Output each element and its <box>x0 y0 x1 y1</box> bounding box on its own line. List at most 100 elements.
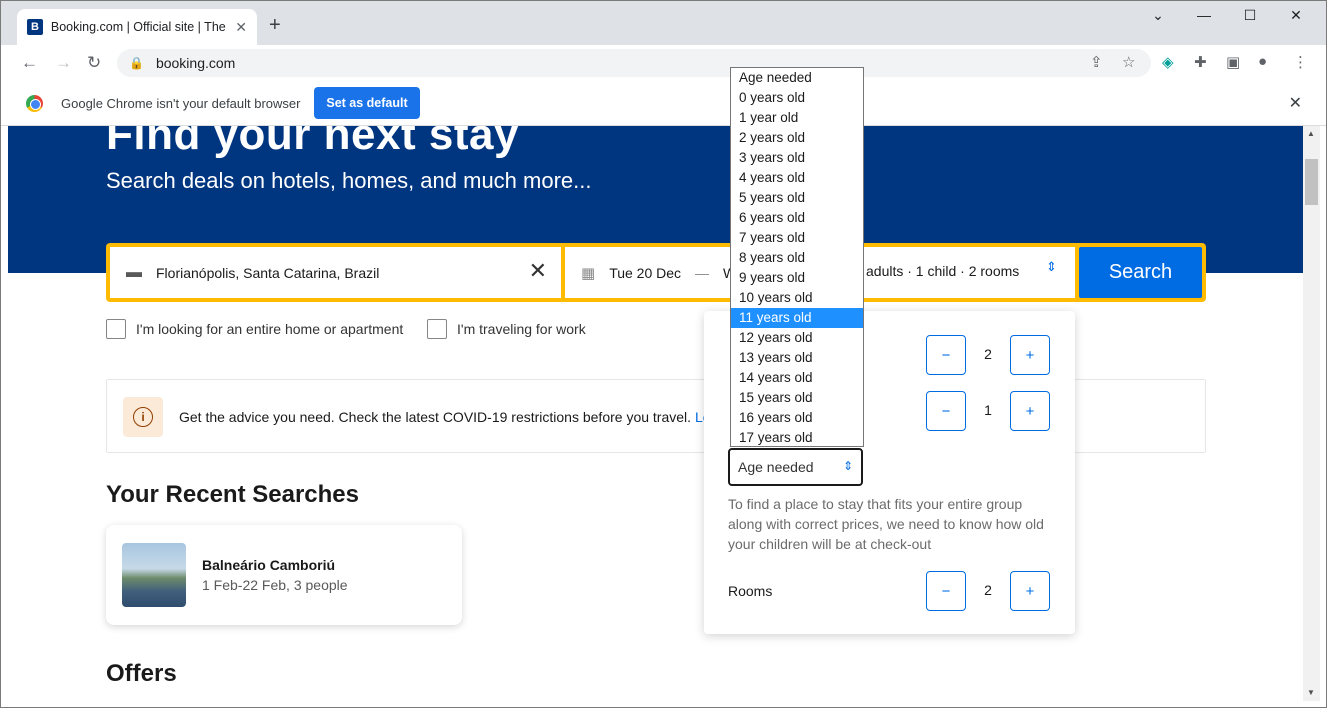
recent-search-name: Balneário Camboriú <box>202 557 336 573</box>
child-age-dropdown-list[interactable]: Age needed 0 years old 1 year old 2 years o… <box>730 67 864 447</box>
age-option[interactable]: 17 years old <box>731 428 863 448</box>
recent-search-detail: 1 Feb-22 Feb, 3 people <box>202 577 348 593</box>
children-decrease-button[interactable]: − <box>926 391 966 431</box>
select-chevron-icon: ⇕ <box>842 459 853 473</box>
age-option[interactable]: 5 years old <box>731 188 863 208</box>
work-travel-checkbox-row[interactable]: I'm traveling for work <box>427 319 586 339</box>
children-count: 1 <box>984 402 992 418</box>
age-option[interactable]: 11 years old <box>731 308 863 328</box>
age-option[interactable]: 8 years old <box>731 248 863 268</box>
age-option[interactable]: 4 years old <box>731 168 863 188</box>
new-tab-icon[interactable]: + <box>269 15 281 35</box>
side-panel-icon[interactable]: ▣ <box>1226 53 1240 71</box>
infobar-message: Google Chrome isn't your default browser <box>61 96 301 111</box>
age-option[interactable]: 7 years old <box>731 228 863 248</box>
browser-tab[interactable]: B Booking.com | Official site | The b ✕ <box>17 9 257 45</box>
forward-arrow-icon[interactable]: → <box>55 53 72 73</box>
page-viewport: Find your next stay Search deals on hote… <box>8 126 1303 701</box>
covid-text: Get the advice you need. Check the lates… <box>179 409 692 425</box>
children-stepper: − 1 + <box>926 391 1050 431</box>
lock-icon: 🔒 <box>129 56 144 70</box>
age-option[interactable]: 13 years old <box>731 348 863 368</box>
adults-count: 2 <box>984 346 992 362</box>
work-travel-label: I'm traveling for work <box>457 321 586 337</box>
occupancy-chevron-icon[interactable]: ⇕ <box>1046 259 1057 275</box>
clear-destination-icon[interactable]: ✕ <box>529 260 547 282</box>
reload-icon[interactable]: ↻ <box>87 53 101 73</box>
age-option[interactable]: 6 years old <box>731 208 863 228</box>
rooms-stepper: − 2 + <box>926 571 1050 611</box>
entire-home-label: I'm looking for an entire home or apartm… <box>136 321 404 337</box>
age-option[interactable]: 3 years old <box>731 148 863 168</box>
age-option[interactable]: 2 years old <box>731 128 863 148</box>
destination-thumbnail <box>122 543 186 607</box>
destination-value: Florianópolis, Santa Catarina, Brazil <box>156 264 380 281</box>
entire-home-checkbox[interactable] <box>106 319 126 339</box>
extensions-puzzle-icon[interactable]: ✚ <box>1194 53 1207 71</box>
entire-home-checkbox-row[interactable]: I'm looking for an entire home or apartm… <box>106 319 403 339</box>
browser-toolbar: ← → ↻ 🔒 booking.com ⇪ ☆ ◈ ✚ ▣ ● ⋮ <box>1 45 1326 81</box>
recent-search-card[interactable]: Balneário Camboriú 1 Feb-22 Feb, 3 peopl… <box>106 525 462 625</box>
age-option[interactable]: Age needed <box>731 68 863 88</box>
infobar-close-icon[interactable]: ✕ <box>1289 93 1302 113</box>
calendar-icon: ▦ <box>581 264 596 282</box>
tab-close-icon[interactable]: ✕ <box>235 19 247 36</box>
bed-icon: ▬ <box>126 263 142 281</box>
age-option[interactable]: 16 years old <box>731 408 863 428</box>
hero-title: Find your next stay <box>106 126 519 159</box>
search-button[interactable]: Search <box>1079 247 1202 298</box>
scroll-up-icon[interactable]: ▲ <box>1307 129 1315 138</box>
age-option[interactable]: 0 years old <box>731 88 863 108</box>
adults-decrease-button[interactable]: − <box>926 335 966 375</box>
rooms-count: 2 <box>984 582 992 598</box>
minimize-icon[interactable]: — <box>1181 7 1227 23</box>
browser-window: B Booking.com | Official site | The b ✕ … <box>0 0 1327 708</box>
age-option[interactable]: 10 years old <box>731 288 863 308</box>
extension-icon[interactable]: ◈ <box>1162 53 1174 71</box>
address-bar[interactable]: 🔒 booking.com <box>117 49 1151 77</box>
scroll-down-icon[interactable]: ▼ <box>1307 688 1315 697</box>
close-window-icon[interactable]: ✕ <box>1273 7 1319 24</box>
age-option[interactable]: 12 years old <box>731 328 863 348</box>
checkin-date: Tue 20 Dec <box>609 264 682 281</box>
covid-message: Get the advice you need. Check the lates… <box>179 409 718 425</box>
profile-avatar-icon[interactable]: ● <box>1258 53 1267 70</box>
destination-field[interactable]: ▬ Florianópolis, Santa Catarina, Brazil … <box>110 247 561 298</box>
adults-increase-button[interactable]: + <box>1010 335 1050 375</box>
rooms-decrease-button[interactable]: − <box>926 571 966 611</box>
default-browser-infobar: Google Chrome isn't your default browser… <box>1 81 1326 126</box>
age-option[interactable]: 15 years old <box>731 388 863 408</box>
age-option[interactable]: 1 year old <box>731 108 863 128</box>
rooms-increase-button[interactable]: + <box>1010 571 1050 611</box>
info-icon-box: i <box>123 397 163 437</box>
share-icon[interactable]: ⇪ <box>1090 53 1103 71</box>
back-arrow-icon[interactable]: ← <box>21 53 38 73</box>
tab-title: Booking.com | Official site | The b <box>50 20 228 34</box>
work-travel-checkbox[interactable] <box>427 319 447 339</box>
info-icon: i <box>133 407 153 427</box>
recent-searches-title: Your Recent Searches <box>106 481 359 508</box>
age-option[interactable]: 9 years old <box>731 268 863 288</box>
child-age-help-text: To find a place to stay that fits your e… <box>728 496 1044 552</box>
age-option[interactable]: 14 years old <box>731 368 863 388</box>
date-separator: — <box>695 264 710 281</box>
hero-subtitle: Search deals on hotels, homes, and much … <box>106 168 592 193</box>
rooms-label: Rooms <box>728 583 773 599</box>
adults-stepper: − 2 + <box>926 335 1050 375</box>
chevron-down-icon[interactable]: ⌄ <box>1135 7 1181 24</box>
children-increase-button[interactable]: + <box>1010 391 1050 431</box>
child-age-value: Age needed <box>738 459 814 475</box>
scrollbar-thumb[interactable] <box>1305 159 1318 205</box>
child-age-select[interactable]: Age needed ⇕ <box>728 448 863 486</box>
menu-dots-icon[interactable]: ⋮ <box>1293 53 1308 71</box>
bookmark-star-icon[interactable]: ☆ <box>1122 53 1135 71</box>
maximize-icon[interactable]: ☐ <box>1227 7 1273 24</box>
chrome-logo-icon <box>26 95 43 112</box>
url-text: booking.com <box>155 55 236 71</box>
tab-strip: B Booking.com | Official site | The b ✕ … <box>1 1 1326 45</box>
occupancy-summary[interactable]: adults · 1 child · 2 rooms <box>866 263 1019 279</box>
booking-favicon-icon: B <box>27 19 43 35</box>
offers-title: Offers <box>106 660 177 687</box>
set-default-button[interactable]: Set as default <box>314 87 420 119</box>
page-scrollbar[interactable]: ▲ ▼ <box>1303 126 1320 701</box>
